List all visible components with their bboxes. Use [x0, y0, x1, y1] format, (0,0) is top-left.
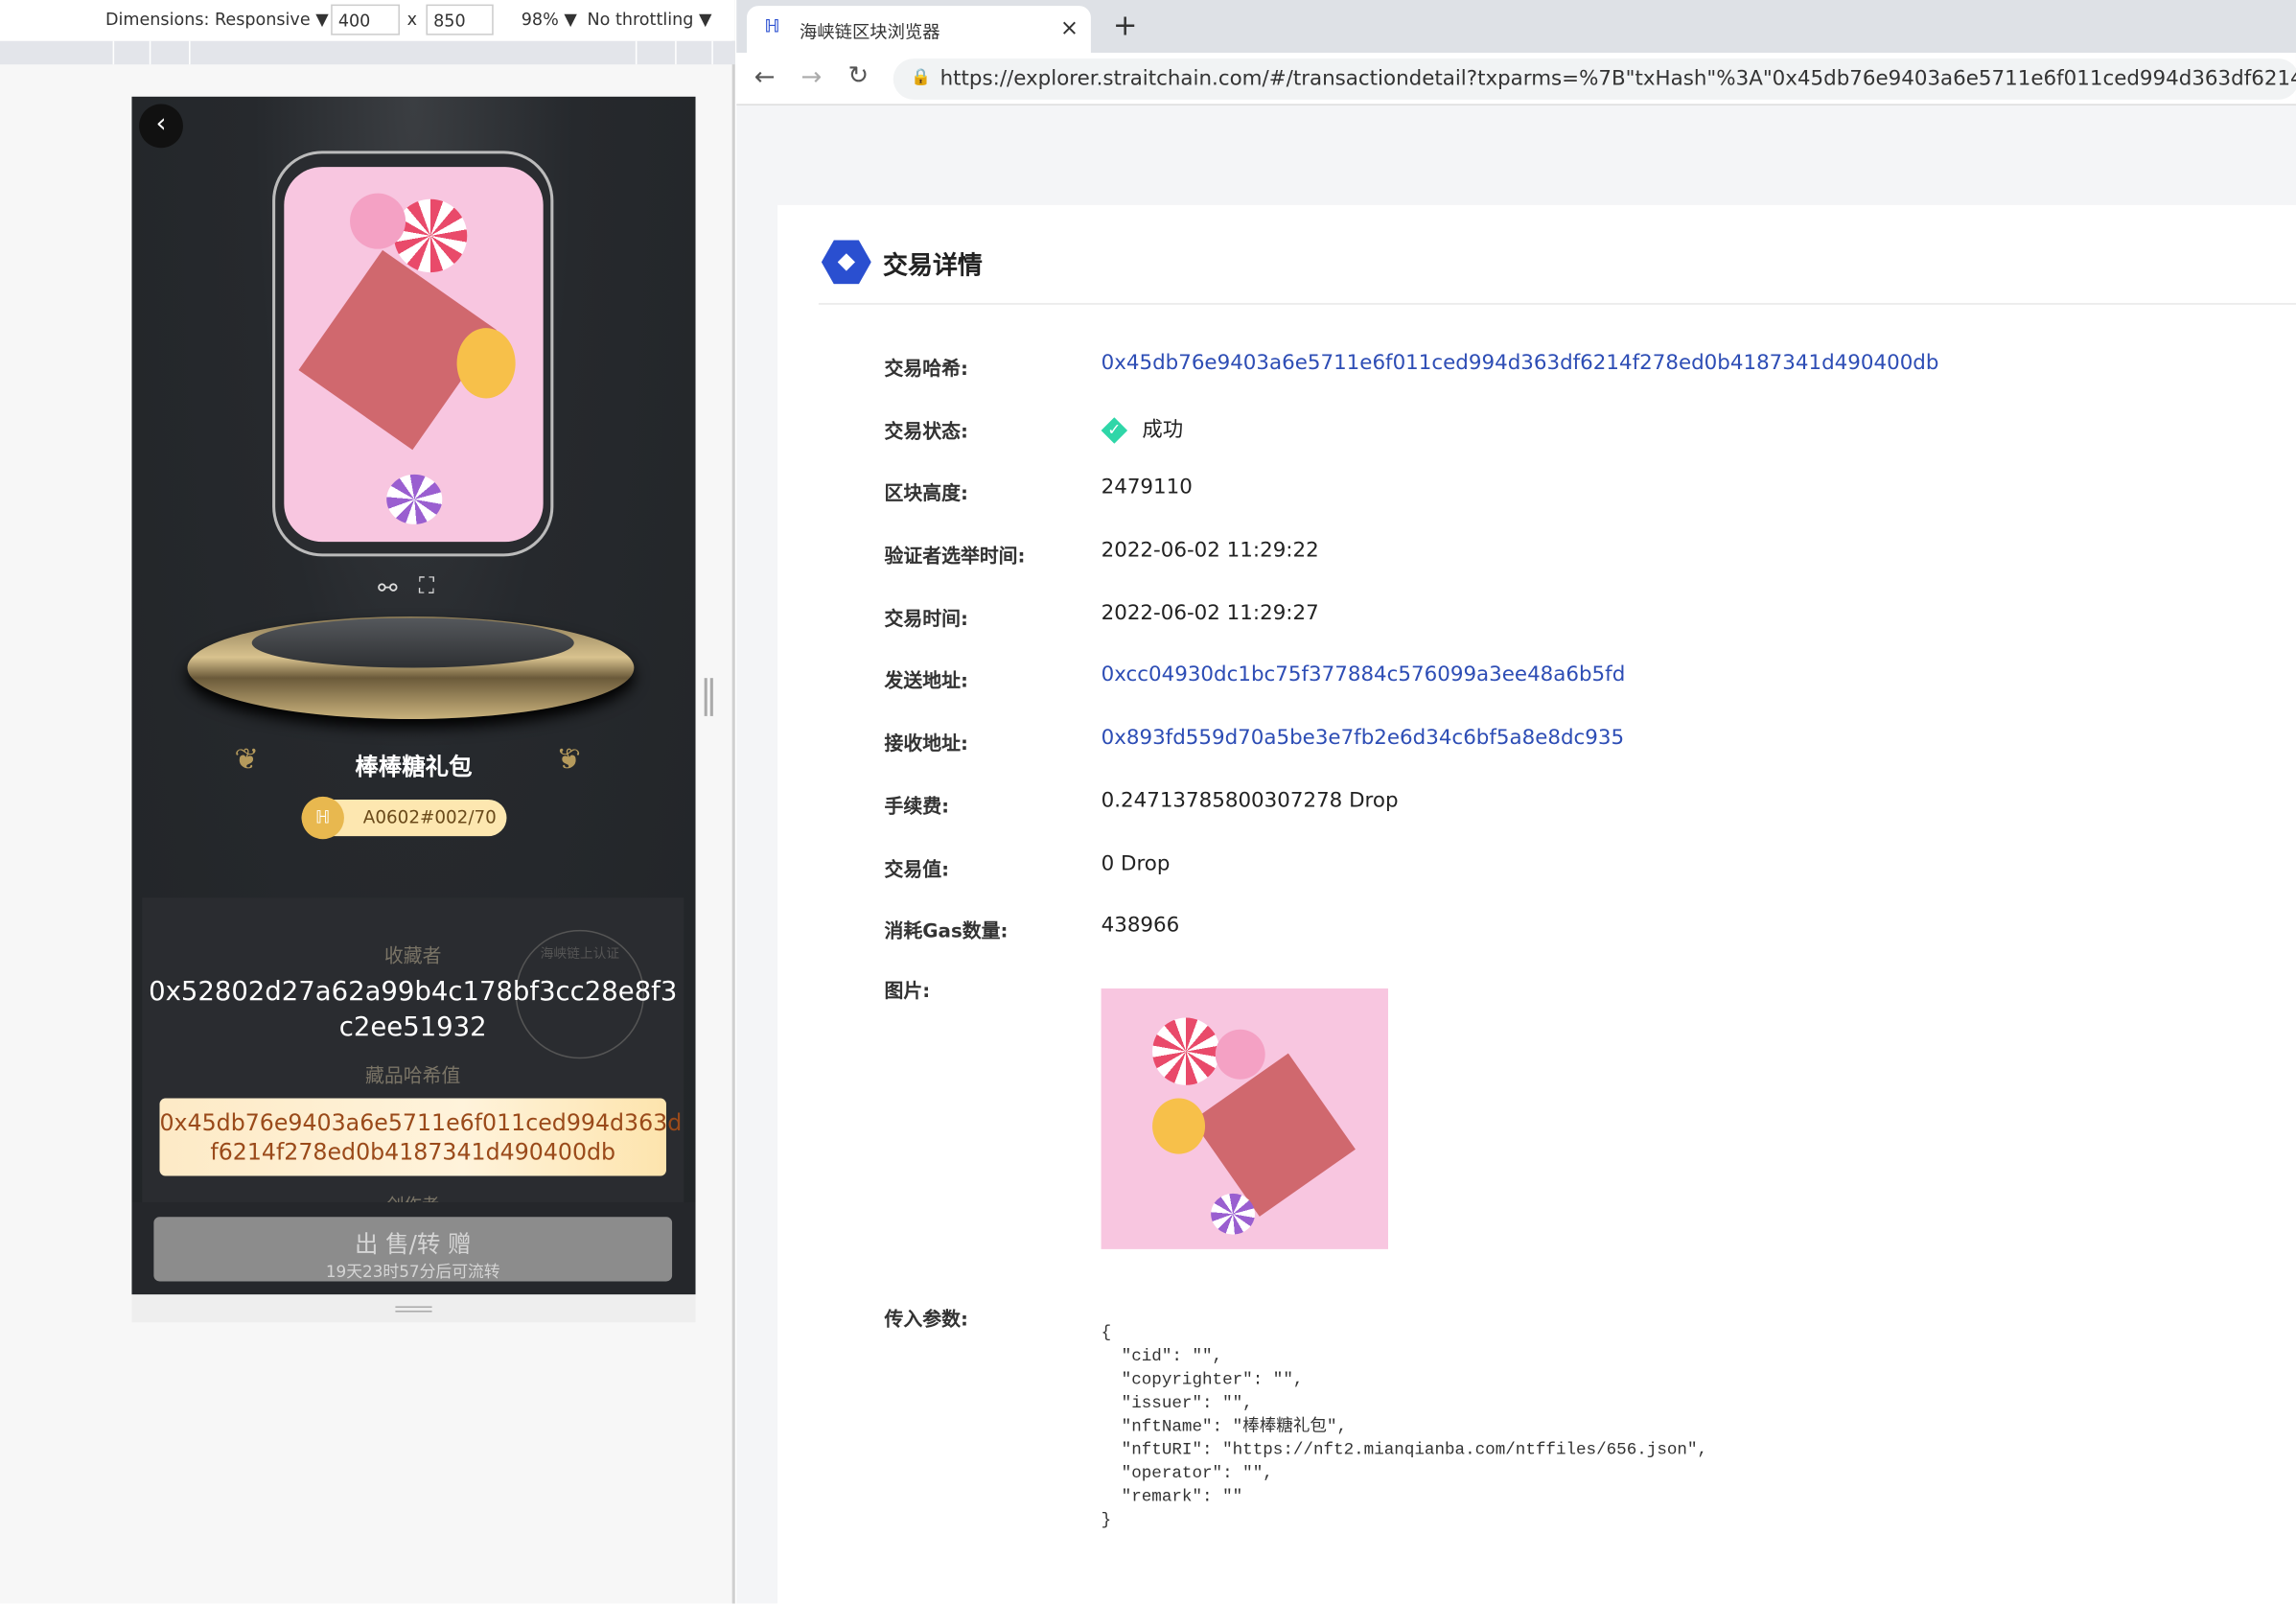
collector-label: 收藏者 — [383, 945, 442, 968]
url-input[interactable]: 🔒 https://explorer.straitchain.com/#/tra… — [893, 58, 2296, 100]
row-value-text: 0.24713785800307278 Drop — [1101, 789, 1399, 813]
nft-image-preview[interactable] — [1101, 988, 1388, 1249]
page-title: 交易详情 — [883, 251, 983, 282]
tab-title: 海峡链区块浏览器 — [799, 21, 940, 43]
resize-handle-right[interactable] — [704, 678, 713, 716]
new-tab-button[interactable]: + — [1113, 8, 1138, 43]
fullscreen-icon[interactable]: ⛶ — [419, 572, 434, 598]
tab-strip: ℍ 海峡链区块浏览器 × + — [736, 0, 2296, 53]
resize-handle-bottom[interactable] — [131, 1294, 696, 1323]
nft-name: 棒棒糖礼包 — [355, 753, 473, 781]
tab-explorer[interactable]: ℍ 海峡链区块浏览器 × — [746, 6, 1091, 53]
row-label: 手续费: — [884, 796, 950, 819]
row-value: 0.24713785800307278 Drop — [1102, 789, 1399, 812]
hash-box[interactable]: 0x45db76e9403a6e5711e6f011ced994d363d f62… — [159, 1098, 682, 1176]
times-label: x — [406, 9, 418, 30]
creator-label: 创作者 — [142, 1192, 684, 1202]
tab-close-icon[interactable]: × — [1060, 14, 1078, 40]
row-value-text: 0xcc04930dc1bc75f377884c576099a3ee48a6b5… — [1101, 663, 1626, 687]
back-arrow-icon[interactable]: ← — [754, 63, 776, 93]
success-check-icon: ✓ — [1101, 417, 1128, 444]
zoom-dropdown[interactable]: 98% ▼ — [522, 9, 577, 29]
row-value: 438966 — [1102, 914, 1180, 937]
serial-badge: ℍ A0602#002/70 — [301, 796, 507, 840]
dimensions-dropdown[interactable]: Dimensions: Responsive ▼ — [105, 9, 329, 29]
devtools-panel: Dimensions: Responsive ▼ 400 x 850 98% ▼… — [0, 0, 735, 1604]
favicon-icon: ℍ — [764, 15, 780, 37]
address-bar: ← → ↻ 🔒 https://explorer.straitchain.com… — [736, 52, 2296, 105]
lock-icon: 🔒 — [911, 67, 931, 87]
row-label: 交易值: — [884, 859, 950, 882]
row-label: 接收地址: — [884, 733, 968, 756]
row-value: 2022-06-02 11:29:22 — [1102, 539, 1319, 562]
forward-arrow-icon[interactable]: → — [800, 63, 822, 93]
divider — [818, 303, 2296, 305]
chain-logo-icon: ℍ — [301, 796, 344, 840]
image-label: 图片: — [884, 981, 931, 1004]
throttling-dropdown[interactable]: No throttling ▼ — [587, 9, 711, 29]
reload-icon[interactable]: ↻ — [847, 61, 869, 91]
serial-text: A0602#002/70 — [362, 806, 497, 827]
row-value-text: 0 Drop — [1101, 851, 1171, 876]
phone-viewport: ‹ ⚯ ⛶ ❦ ❦ 棒棒糖礼包 ℍ A0602#002/70 海峡链上认证 收藏… — [131, 96, 696, 1295]
row-value: 2479110 — [1102, 476, 1193, 499]
row-value-text: 成功 — [1142, 418, 1184, 443]
brand-logo-icon — [821, 240, 871, 285]
row-label: 交易哈希: — [884, 359, 968, 382]
transaction-card: 交易详情 交易哈希: 0x45db76e9403a6e5711e6f011ced9… — [777, 204, 2296, 1604]
row-value-text: 0x893fd559d70a5be3e7fb2e6d34c6bf5a8e8dc9… — [1101, 726, 1625, 751]
row-value-text: 0x45db76e9403a6e5711e6f011ced994d363df62… — [1101, 351, 1939, 376]
row-value[interactable]: 0x45db76e9403a6e5711e6f011ced994d363df62… — [1102, 352, 1939, 375]
row-value-text: 438966 — [1101, 914, 1180, 938]
sell-transfer-button[interactable]: 出 售/转 赠 19天23时57分后可流转 — [153, 1217, 673, 1282]
row-value: 0 Drop — [1102, 852, 1171, 875]
chevron-left-icon: ‹ — [155, 108, 167, 140]
info-panel: 海峡链上认证 收藏者 0x52802d27a62a99b4c178bf3cc28… — [142, 897, 684, 1202]
row-label: 验证者选举时间: — [884, 546, 1026, 569]
row-value: 2022-06-02 11:29:27 — [1102, 602, 1319, 625]
row-value: ✓ 成功 — [1101, 414, 1184, 444]
nft-frame — [272, 151, 554, 557]
row-value[interactable]: 0x893fd559d70a5be3e7fb2e6d34c6bf5a8e8dc9… — [1102, 727, 1625, 750]
media-query-ruler[interactable] — [0, 40, 735, 65]
row-value-text: 2479110 — [1101, 476, 1193, 500]
row-value-text: 2022-06-02 11:29:22 — [1101, 539, 1319, 563]
params-label: 传入参数: — [884, 1309, 968, 1332]
height-input[interactable]: 850 — [426, 4, 494, 35]
row-label: 消耗Gas数量: — [884, 920, 1009, 943]
row-value[interactable]: 0xcc04930dc1bc75f377884c576099a3ee48a6b5… — [1102, 663, 1626, 686]
hash-label: 藏品哈希值 — [365, 1065, 461, 1088]
row-label: 发送地址: — [884, 670, 968, 693]
params-json: { "cid": "", "copyrighter": "", "issuer"… — [1101, 1323, 1708, 1531]
share-icon[interactable]: ⚯ — [378, 574, 397, 602]
row-value-text: 2022-06-02 11:29:27 — [1101, 601, 1319, 626]
row-label: 区块高度: — [884, 483, 968, 505]
nft-image[interactable] — [284, 167, 544, 543]
width-input[interactable]: 400 — [331, 4, 400, 35]
row-label: 交易时间: — [884, 609, 968, 632]
row-label: 交易状态: — [884, 421, 968, 444]
collector-address[interactable]: 0x52802d27a62a99b4c178bf3cc28e8f3 c2ee519… — [142, 975, 684, 1045]
back-button[interactable]: ‹ — [139, 104, 183, 149]
device-toolbar: Dimensions: Responsive ▼ 400 x 850 98% ▼… — [0, 0, 735, 41]
browser-window: ℍ 海峡链区块浏览器 × + ← → ↻ 🔒 https://explorer.… — [736, 0, 2296, 1604]
